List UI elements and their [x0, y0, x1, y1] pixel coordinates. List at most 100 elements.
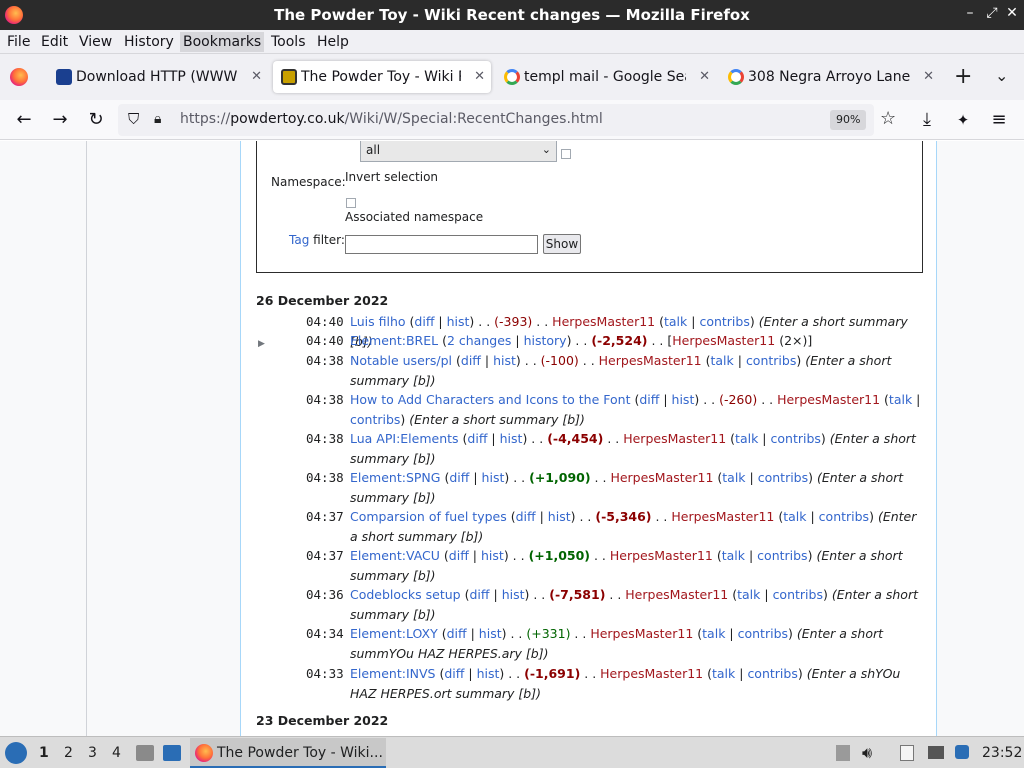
close-tab-icon[interactable]: ✕: [923, 61, 934, 93]
hist-link[interactable]: hist: [672, 392, 695, 407]
forward-arrow-icon[interactable]: →: [48, 108, 72, 132]
tag-link[interactable]: Tag: [289, 233, 309, 247]
desktop-icon[interactable]: [163, 745, 181, 761]
contribs-link[interactable]: contribs: [738, 626, 788, 641]
namespace-checkbox[interactable]: [561, 149, 571, 159]
page-link[interactable]: Lua API:Elements: [350, 431, 459, 446]
user-link[interactable]: HerpesMaster11: [599, 353, 702, 368]
page-link[interactable]: Notable users/pl: [350, 353, 452, 368]
user-link[interactable]: HerpesMaster11: [672, 333, 775, 348]
url-bar[interactable]: ⛉ 🔒︎ https://powdertoy.co.uk/Wiki/W/Spec…: [118, 104, 896, 136]
start-menu-icon[interactable]: [5, 742, 27, 764]
network-icon[interactable]: [928, 746, 944, 759]
zoom-indicator[interactable]: 90%: [830, 110, 867, 130]
hist-link[interactable]: hist: [493, 353, 516, 368]
user-link[interactable]: HerpesMaster11: [623, 431, 726, 446]
diff-link[interactable]: diff: [469, 587, 489, 602]
hist-link[interactable]: hist: [447, 314, 470, 329]
user-link[interactable]: HerpesMaster11: [600, 666, 703, 681]
menu-history[interactable]: History: [121, 32, 177, 52]
hist-link[interactable]: hist: [502, 587, 525, 602]
page-link[interactable]: Codeblocks setup: [350, 587, 461, 602]
talk-link[interactable]: talk: [735, 431, 758, 446]
page-link[interactable]: Comparsion of fuel types: [350, 509, 507, 524]
workspace-1[interactable]: 1: [39, 737, 49, 768]
diff-link[interactable]: diff: [449, 470, 469, 485]
close-tab-icon[interactable]: ✕: [474, 61, 485, 93]
hist-link[interactable]: hist: [479, 626, 502, 641]
tab-google-templ-mail[interactable]: templ mail - Google Sear ✕: [496, 61, 716, 93]
updates-icon[interactable]: [955, 745, 969, 759]
tracking-shield-icon[interactable]: ⛉: [128, 110, 139, 128]
user-link[interactable]: HerpesMaster11: [610, 548, 713, 563]
reload-icon[interactable]: ↻: [84, 108, 108, 132]
workspace-4[interactable]: 4: [112, 737, 121, 768]
workspace-3[interactable]: 3: [88, 737, 97, 768]
diff-link[interactable]: diff: [447, 626, 467, 641]
tab-powder-toy-wiki[interactable]: The Powder Toy - Wiki Re ✕: [273, 61, 491, 93]
page-link[interactable]: Luis filho: [350, 314, 406, 329]
hist-link[interactable]: hist: [500, 431, 523, 446]
workspace-2[interactable]: 2: [64, 737, 73, 768]
downloads-icon[interactable]: ⤓: [915, 108, 939, 132]
menu-file[interactable]: File: [4, 32, 33, 52]
minimize-icon[interactable]: –: [961, 5, 979, 21]
contribs-link[interactable]: contribs: [699, 314, 749, 329]
talk-link[interactable]: talk: [722, 548, 745, 563]
page-link[interactable]: Element:BREL: [350, 333, 438, 348]
diff-link[interactable]: diff: [444, 666, 464, 681]
contribs-link[interactable]: contribs: [350, 412, 400, 427]
menu-view[interactable]: View: [76, 32, 115, 52]
clipboard-icon[interactable]: [900, 745, 914, 761]
invert-selection-checkbox[interactable]: [346, 198, 356, 208]
menu-bookmarks[interactable]: Bookmarks: [180, 32, 265, 52]
user-link[interactable]: HerpesMaster11: [552, 314, 655, 329]
history-link[interactable]: history: [524, 333, 567, 348]
extension-icon[interactable]: ✦: [951, 108, 975, 132]
contribs-link[interactable]: contribs: [771, 431, 821, 446]
close-tab-icon[interactable]: ✕: [251, 61, 262, 93]
talk-link[interactable]: talk: [783, 509, 806, 524]
talk-link[interactable]: talk: [710, 353, 733, 368]
hist-link[interactable]: hist: [477, 666, 500, 681]
file-manager-icon[interactable]: [136, 745, 154, 761]
namespace-select[interactable]: all ⌄: [360, 141, 557, 162]
close-tab-icon[interactable]: ✕: [699, 61, 710, 93]
user-link[interactable]: HerpesMaster11: [610, 470, 713, 485]
contribs-link[interactable]: contribs: [757, 548, 807, 563]
contribs-link[interactable]: contribs: [758, 470, 808, 485]
expand-triangle-icon[interactable]: ▶: [258, 335, 265, 355]
user-link[interactable]: HerpesMaster11: [625, 587, 728, 602]
talk-link[interactable]: talk: [737, 587, 760, 602]
tab-google-negra-arroyo[interactable]: 308 Negra Arroyo Lane, A ✕: [720, 61, 940, 93]
firefox-view-icon[interactable]: [10, 68, 28, 86]
diff-link[interactable]: diff: [516, 509, 536, 524]
changes-link[interactable]: 2 changes: [447, 333, 511, 348]
tray-upload-icon[interactable]: [836, 745, 850, 761]
lock-icon[interactable]: 🔒︎: [154, 111, 161, 127]
menu-help[interactable]: Help: [314, 32, 352, 52]
hist-link[interactable]: hist: [548, 509, 571, 524]
new-tab-icon[interactable]: +: [954, 64, 972, 89]
show-button[interactable]: Show: [543, 234, 581, 254]
diff-link[interactable]: diff: [414, 314, 434, 329]
menu-edit[interactable]: Edit: [38, 32, 71, 52]
hist-link[interactable]: hist: [482, 470, 505, 485]
url-text[interactable]: https://powdertoy.co.uk/Wiki/W/Special:R…: [180, 111, 603, 127]
tag-filter-input[interactable]: [345, 235, 538, 254]
diff-link[interactable]: diff: [461, 353, 481, 368]
page-link[interactable]: Element:LOXY: [350, 626, 438, 641]
tab-download-http[interactable]: Download HTTP (WWW) ✕: [48, 61, 268, 93]
taskbar-firefox-window[interactable]: The Powder Toy - Wiki...: [190, 738, 386, 768]
talk-link[interactable]: talk: [702, 626, 725, 641]
user-link[interactable]: HerpesMaster11: [777, 392, 880, 407]
close-window-icon[interactable]: ✕: [1003, 5, 1021, 21]
talk-link[interactable]: talk: [664, 314, 687, 329]
maximize-icon[interactable]: ⤢: [983, 5, 1001, 21]
volume-icon[interactable]: 🔊︎: [862, 737, 872, 768]
back-arrow-icon[interactable]: ←: [12, 108, 36, 132]
contribs-link[interactable]: contribs: [819, 509, 869, 524]
contribs-link[interactable]: contribs: [746, 353, 796, 368]
talk-link[interactable]: talk: [889, 392, 912, 407]
page-link[interactable]: Element:INVS: [350, 666, 436, 681]
